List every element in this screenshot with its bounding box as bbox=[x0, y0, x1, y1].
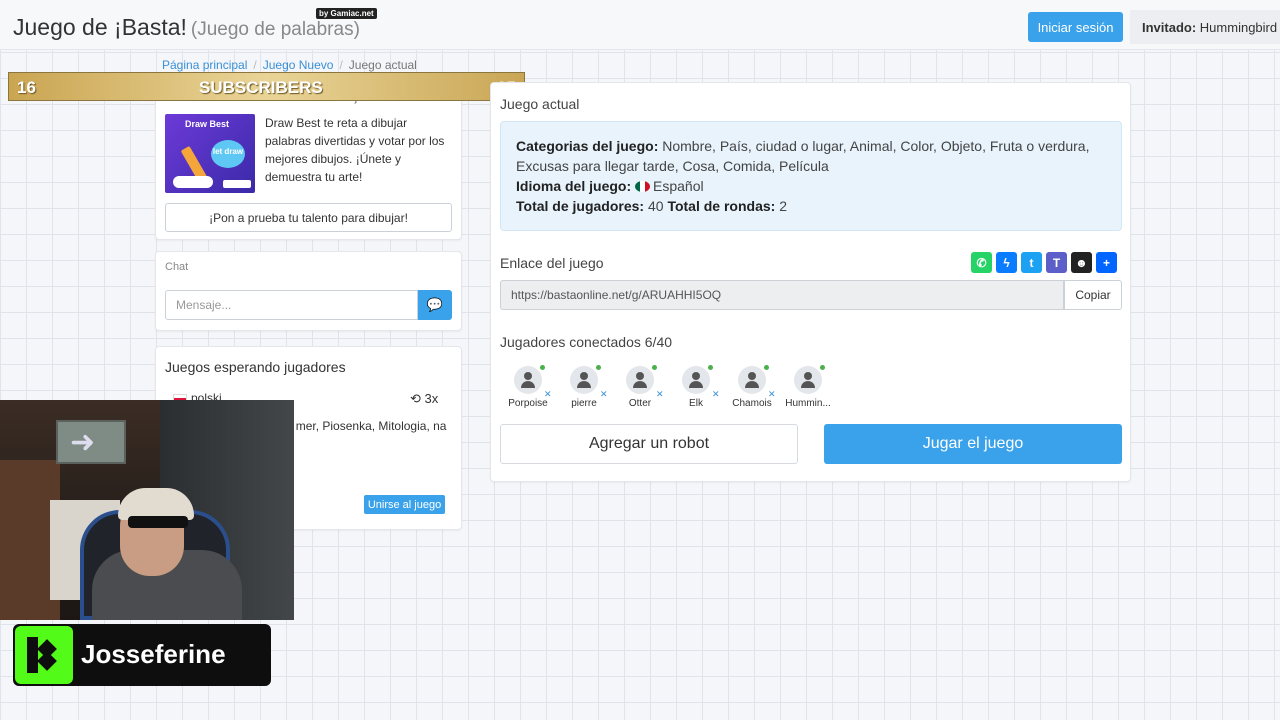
waiting-rounds-text: 3x bbox=[424, 391, 439, 406]
chat-bubble-icon: 💬 bbox=[426, 297, 444, 312]
guest-label: Invitado: bbox=[1142, 20, 1197, 35]
online-dot bbox=[540, 365, 545, 370]
user-icon bbox=[682, 366, 710, 394]
waiting-games-title: Juegos esperando jugadores bbox=[165, 359, 346, 375]
remove-player-icon[interactable]: ✕ bbox=[768, 389, 776, 400]
chat-send-button[interactable]: 💬 bbox=[418, 290, 452, 320]
webcam-person-glasses bbox=[128, 516, 188, 528]
breadcrumb-new-game[interactable]: Juego Nuevo bbox=[263, 58, 334, 72]
remove-player-icon[interactable]: ✕ bbox=[600, 389, 608, 400]
guest-name: Hummingbird bbox=[1199, 20, 1278, 35]
player-item: ✕ Otter bbox=[612, 365, 668, 409]
user-icon bbox=[514, 366, 542, 394]
subs-current: 16 bbox=[17, 78, 36, 97]
share-buttons: ✆ ϟ t T ☻ + bbox=[971, 252, 1117, 273]
chat-message-input[interactable] bbox=[165, 290, 418, 320]
current-game-title: Juego actual bbox=[500, 96, 580, 112]
total-rounds-label: Total de rondas: bbox=[667, 198, 776, 214]
game-info-box: Categorias del juego: Nombre, País, ciud… bbox=[500, 121, 1122, 231]
total-rounds-value: 2 bbox=[779, 198, 787, 214]
guest-indicator: Invitado: Hummingbird bbox=[1130, 10, 1280, 44]
connected-players-label: Jugadores conectados 6/40 bbox=[500, 334, 673, 350]
game-link-field[interactable] bbox=[500, 280, 1064, 310]
breadcrumb-home[interactable]: Página principal bbox=[162, 58, 247, 72]
language-label: Idioma del juego: bbox=[516, 178, 632, 194]
language-value: Español bbox=[653, 178, 704, 194]
draw-best-image[interactable]: Draw Best let draw bbox=[165, 114, 255, 193]
online-dot bbox=[708, 365, 713, 370]
messenger-icon[interactable]: ϟ bbox=[996, 252, 1017, 273]
user-icon bbox=[626, 366, 654, 394]
add-robot-button[interactable]: Agregar un robot bbox=[500, 424, 798, 464]
webcam-overlay bbox=[0, 400, 294, 620]
subs-label: SUBSCRIBERS bbox=[199, 78, 323, 97]
host-user-icon bbox=[794, 366, 822, 394]
site-title[interactable]: Juego de ¡Basta! (Juego de palabras) bbox=[13, 14, 360, 41]
total-players-label: Total de jugadores: bbox=[516, 198, 645, 214]
total-players-value: 40 bbox=[647, 198, 664, 214]
copy-link-button[interactable]: Copiar bbox=[1064, 280, 1122, 310]
chat-title: Chat bbox=[165, 261, 189, 273]
user-icon bbox=[570, 366, 598, 394]
remove-player-icon[interactable]: ✕ bbox=[544, 389, 552, 400]
user-icon bbox=[738, 366, 766, 394]
promo-image-title: Draw Best bbox=[185, 119, 230, 129]
teams-icon[interactable]: T bbox=[1046, 252, 1067, 273]
join-game-button[interactable]: Unirse al juego bbox=[364, 495, 445, 514]
remove-player-icon[interactable]: ✕ bbox=[712, 389, 720, 400]
plus-icon[interactable]: + bbox=[1096, 252, 1117, 273]
title-text: Juego de ¡Basta! bbox=[13, 14, 187, 40]
draw-promo-button[interactable]: ¡Pon a prueba tu talento para dibujar! bbox=[165, 203, 452, 232]
top-navbar: Juego de ¡Basta! (Juego de palabras) by G… bbox=[0, 0, 1280, 50]
cloud-shape bbox=[173, 176, 213, 188]
whatsapp-icon[interactable]: ✆ bbox=[971, 252, 992, 273]
breadcrumb: Página principal / Juego Nuevo / Juego actua… bbox=[162, 58, 417, 72]
subtitle-text: (Juego de palabras) bbox=[190, 19, 360, 40]
player-item: ✕ Porpoise bbox=[500, 365, 556, 409]
mexico-flag-icon bbox=[635, 181, 651, 192]
online-dot bbox=[596, 365, 601, 370]
kick-logo-icon bbox=[15, 626, 73, 684]
promo-image-bubble: let draw bbox=[211, 140, 245, 168]
promo-card: dibujar! Draw Best let draw Draw Best te… bbox=[155, 82, 462, 240]
login-button[interactable]: Iniciar sesión bbox=[1028, 12, 1123, 42]
gamiac-badge: by Gamiac.net bbox=[316, 8, 377, 19]
online-dot bbox=[764, 365, 769, 370]
player-name: Hummin... bbox=[785, 398, 831, 409]
promo-description: Draw Best te reta a dibujar palabras div… bbox=[265, 116, 445, 184]
remove-player-icon[interactable]: ✕ bbox=[656, 389, 664, 400]
player-item: ✕ Elk bbox=[668, 365, 724, 409]
players-list: ✕ Porpoise ✕ pierre ✕ Otter ✕ Elk ✕ Chamois H… bbox=[500, 365, 836, 409]
online-dot bbox=[820, 365, 825, 370]
publisher-badge bbox=[223, 180, 251, 188]
subscriber-goal-bar: 16 SUBSCRIBERS 25 bbox=[8, 72, 525, 101]
chat-card: Chat 💬 bbox=[155, 251, 462, 331]
refresh-icon: ⟲ bbox=[410, 391, 421, 406]
player-item: ✕ pierre bbox=[556, 365, 612, 409]
breadcrumb-current: Juego actual bbox=[348, 58, 417, 72]
current-game-card: Juego actual Categorias del juego: Nombr… bbox=[490, 82, 1131, 482]
streamer-name: Josseferine bbox=[81, 639, 226, 669]
streamer-badge: Josseferine bbox=[13, 624, 271, 686]
player-item: ✕ Chamois bbox=[724, 365, 780, 409]
snapchat-icon[interactable]: ☻ bbox=[1071, 252, 1092, 273]
categories-label: Categorias del juego: bbox=[516, 138, 659, 154]
twitter-icon[interactable]: t bbox=[1021, 252, 1042, 273]
game-link-label: Enlace del juego bbox=[500, 255, 604, 271]
play-game-button[interactable]: Jugar el juego bbox=[824, 424, 1122, 464]
player-item: Hummin... bbox=[780, 365, 836, 409]
waiting-game-rounds: ⟲ 3x bbox=[410, 391, 438, 407]
webcam-exit-sign bbox=[56, 420, 126, 464]
online-dot bbox=[652, 365, 657, 370]
